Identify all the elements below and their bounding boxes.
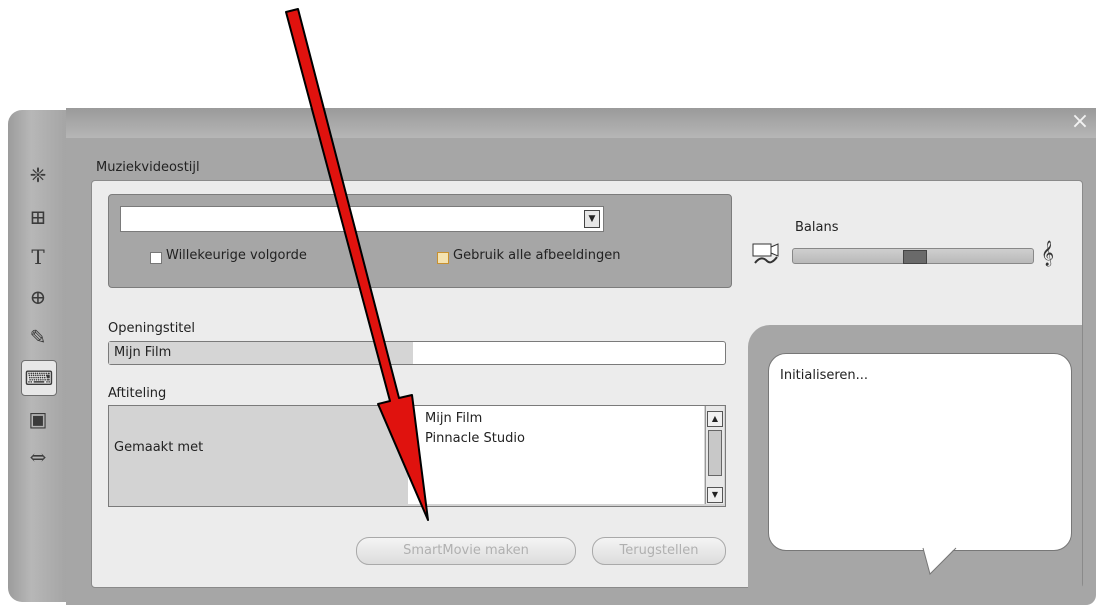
dvd-menu-icon[interactable]: ▣ [21, 402, 55, 436]
credits-line: Pinnacle Studio [425, 431, 525, 446]
opening-title-value: Mijn Film [114, 345, 172, 360]
scroll-up-icon[interactable]: ▲ [707, 411, 723, 427]
credits-made-with: Gemaakt met [114, 440, 204, 455]
balance-label: Balans [795, 220, 839, 235]
make-smartmovie-button[interactable]: SmartMovie maken [356, 537, 576, 565]
balance-slider-thumb[interactable] [903, 250, 927, 264]
random-order-checkbox[interactable] [150, 252, 162, 264]
video-camera-icon [747, 241, 787, 267]
window-titlebar [66, 108, 1096, 138]
credits-label: Aftiteling [108, 386, 167, 401]
reset-button[interactable]: Terugstellen [592, 537, 726, 565]
music-note-icon: 𝄞 [1041, 241, 1055, 266]
credits-line: Mijn Film [425, 411, 483, 426]
transitions-icon[interactable]: ⇔ [21, 440, 55, 474]
audio-effects-icon[interactable]: ✎ [21, 320, 55, 354]
effects-icon[interactable]: ⊕ [21, 280, 55, 314]
scroll-down-icon[interactable]: ▼ [707, 487, 723, 503]
bubble-tail [922, 546, 962, 576]
opening-title-label: Openingstitel [108, 321, 196, 336]
video-title-icon[interactable]: ⊞ [21, 200, 55, 234]
album-icon[interactable]: ❈ [21, 158, 55, 192]
chevron-down-icon[interactable]: ▼ [584, 210, 600, 228]
use-all-images-label: Gebruik alle afbeeldingen [453, 248, 621, 263]
close-icon[interactable]: × [1068, 110, 1092, 134]
title-text-icon[interactable]: T [21, 240, 55, 274]
style-dropdown[interactable] [120, 206, 604, 232]
use-all-images-checkbox[interactable] [437, 252, 449, 264]
status-text: Initialiseren... [780, 368, 869, 383]
music-video-style-heading: Muziekvideostijl [96, 160, 200, 175]
smartmovie-icon[interactable]: ⌨ [21, 360, 57, 396]
random-order-label: Willekeurige volgorde [166, 248, 307, 263]
scrollbar-thumb[interactable] [708, 430, 722, 476]
left-toolbar: ❈ ⊞ T ⊕ ✎ ⌨ ▣ ⇔ [8, 110, 66, 602]
